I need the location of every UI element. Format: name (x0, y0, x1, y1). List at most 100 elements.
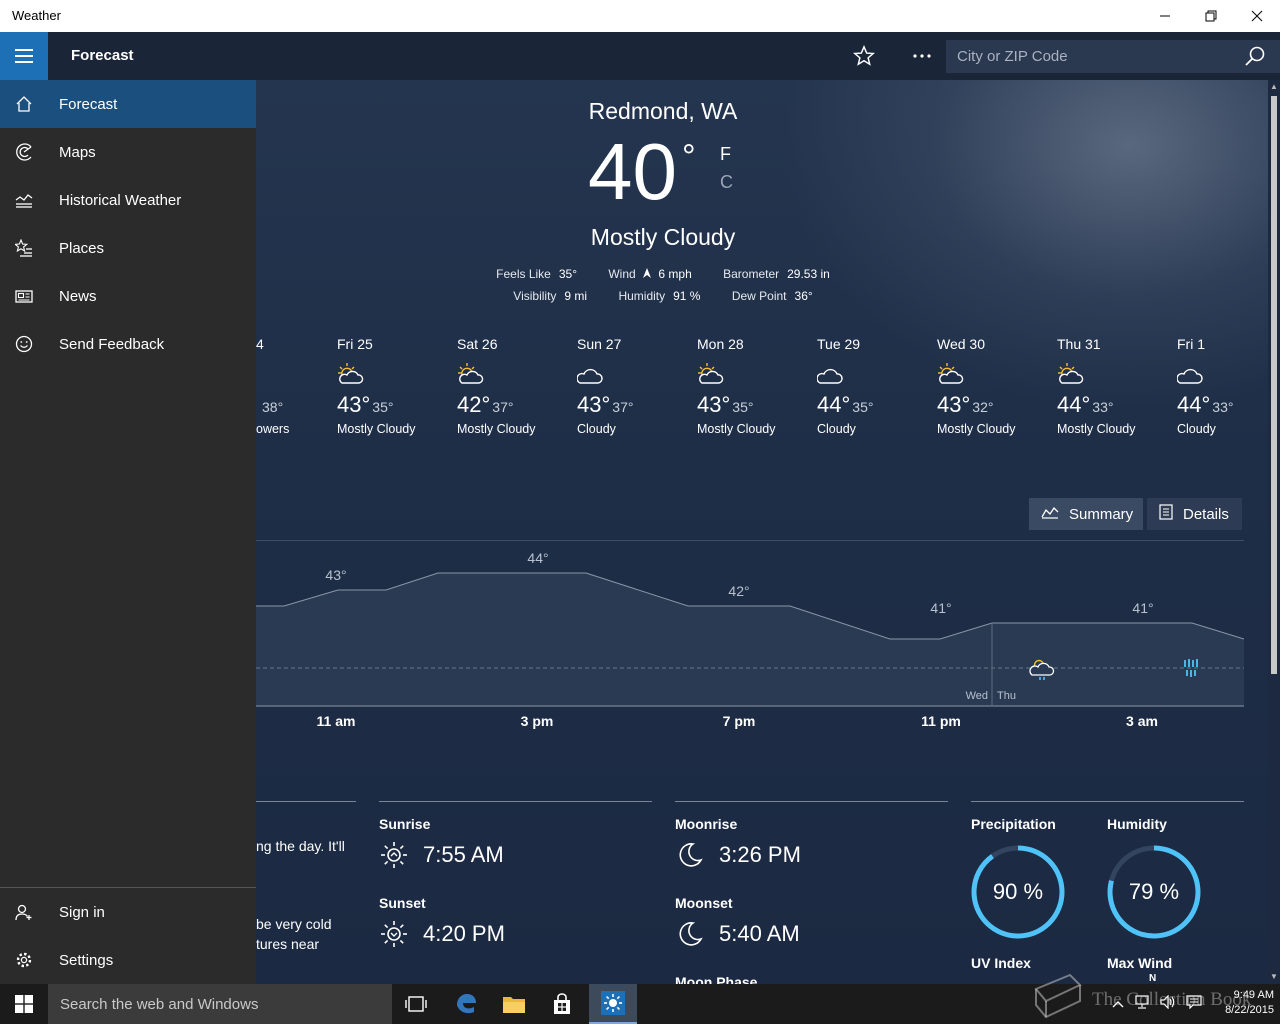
scroll-down-arrow-icon[interactable]: ▼ (1270, 972, 1278, 981)
search-box[interactable] (946, 40, 1280, 73)
day-condition: Mostly Cloudy (457, 422, 536, 436)
wind-value: 6 mph (658, 267, 692, 281)
start-button[interactable] (0, 984, 48, 1024)
day-high: 42° (457, 392, 491, 417)
humidity-label: Humidity (1107, 816, 1167, 832)
day-high: 44° (1057, 392, 1091, 417)
tab-summary[interactable]: Summary (1029, 498, 1143, 530)
close-button[interactable] (1234, 0, 1280, 32)
sunrise-label: Sunrise (379, 816, 431, 832)
edge-browser-button[interactable] (442, 984, 490, 1024)
unit-fahrenheit-toggle[interactable]: F (720, 144, 731, 165)
day-low: 33° (1092, 399, 1114, 415)
news-icon (12, 284, 36, 308)
more-options-button[interactable] (907, 41, 937, 71)
daily-forecast-day[interactable]: Mon 28 43° 35° Mostly Cloudy (697, 336, 817, 436)
minimize-button[interactable] (1142, 0, 1188, 32)
sidebar-item-send-feedback[interactable]: Send Feedback (0, 320, 256, 368)
barometer-label: Barometer (723, 267, 780, 281)
wind-direction-icon (643, 268, 652, 278)
day-name: Mon 28 (697, 336, 744, 352)
sidebar-item-label: Settings (59, 951, 114, 969)
feels-like-label: Feels Like (496, 267, 551, 281)
humidity-gauge: 79 % (1106, 844, 1202, 940)
hamburger-menu-button[interactable] (0, 32, 48, 80)
sidebar-item-forecast[interactable]: Forecast (0, 80, 256, 128)
daily-forecast-day[interactable]: Thu 31 44° 33° Mostly Cloudy (1057, 336, 1177, 436)
stats-section-rule (971, 801, 1244, 802)
scroll-up-arrow-icon[interactable]: ▲ (1270, 82, 1278, 91)
daily-forecast-day[interactable]: Fri 25 43° 35° Mostly Cloudy (337, 336, 457, 436)
daily-forecast-day[interactable]: Sun 27 43° 37° Cloudy (576, 336, 697, 436)
wind-label: Wind (608, 267, 636, 281)
visibility-label: Visibility (513, 289, 557, 303)
store-button[interactable] (538, 984, 586, 1024)
day-low: 38° (262, 399, 284, 415)
tab-details[interactable]: Details (1147, 498, 1242, 530)
task-view-button[interactable] (392, 984, 440, 1024)
feels-like-value: 35° (558, 267, 578, 281)
search-icon[interactable] (1242, 44, 1268, 70)
moonrise-icon (675, 840, 705, 870)
moonset-time: 5:40 AM (719, 921, 800, 946)
sidebar-item-maps[interactable]: Maps (0, 128, 256, 176)
app-bar: Forecast (0, 32, 1280, 80)
person-add-icon (12, 900, 36, 924)
restore-button[interactable] (1188, 0, 1234, 32)
day-marker-thu: Thu (997, 690, 1016, 702)
hourly-temp-label: 41° (1132, 600, 1153, 616)
hourly-time-label: 3 am (1126, 713, 1158, 729)
partly-cloudy-icon (698, 363, 724, 384)
day-summary-line: tures near (256, 936, 320, 952)
cloudy-icon (576, 368, 603, 384)
day-name: Fri 1 (1177, 336, 1205, 352)
favorite-star-button[interactable] (849, 41, 879, 71)
sidebar-item-label: Places (59, 239, 105, 257)
chart-icon (12, 188, 36, 212)
sidebar-item-places[interactable]: Places (0, 224, 256, 272)
degree-symbol: ° (682, 138, 696, 176)
daily-forecast-day[interactable]: Fri 1 44° 33° Cloudy (1176, 336, 1266, 436)
day-low: 37° (612, 399, 634, 415)
store-bag-icon (554, 993, 570, 1014)
moonrise-label: Moonrise (675, 816, 738, 832)
sidebar-item-news[interactable]: News (0, 272, 256, 320)
sunset-label: Sunset (379, 895, 426, 911)
sidebar-item-label: News (59, 287, 97, 305)
windows-logo-icon (15, 995, 33, 1013)
daily-forecast-day[interactable]: Tue 29 44° 35° Cloudy (816, 336, 937, 436)
current-condition: Mostly Cloudy (590, 224, 736, 250)
hourly-temp-label: 41° (930, 600, 951, 616)
folder-icon (503, 997, 525, 1013)
partly-cloudy-icon (938, 363, 964, 384)
hourly-temperature-graph: 43° 44° 42° 41° 41° Wed Thu (256, 540, 1244, 707)
sunrise-time: 7:55 AM (423, 842, 504, 867)
day-high: 44° (1177, 392, 1211, 417)
sidebar-item-label: Sign in (59, 903, 105, 921)
day-low: 35° (372, 399, 394, 415)
day-condition: Mostly Cloudy (1057, 422, 1136, 436)
weather-app-taskbar-button[interactable] (589, 984, 637, 1024)
city-search-input[interactable] (946, 40, 1236, 73)
hourly-time-label: 3 pm (520, 713, 554, 729)
cloudy-icon (1176, 368, 1203, 384)
scrollbar-thumb[interactable] (1271, 96, 1277, 674)
moonrise-time: 3:26 PM (719, 842, 801, 867)
window-title-bar: Weather (0, 0, 1280, 32)
day-name: Wed 30 (937, 336, 985, 352)
sidebar-item-settings[interactable]: Settings (0, 936, 256, 984)
daily-forecast-day[interactable]: Wed 30 43° 32° Mostly Cloudy (937, 336, 1057, 436)
page-title: Forecast (71, 47, 134, 64)
file-explorer-button[interactable] (490, 984, 538, 1024)
sidebar-item-historical-weather[interactable]: Historical Weather (0, 176, 256, 224)
cloudy-icon (816, 368, 843, 384)
humidity-gauge-value: 79 % (1128, 879, 1180, 904)
sidebar-item-sign-in[interactable]: Sign in (0, 888, 256, 936)
window-title: Weather (12, 8, 61, 23)
day-summary-line: be very cold (256, 916, 332, 932)
daily-forecast-day[interactable]: Sat 26 42° 37° Mostly Cloudy (457, 336, 577, 436)
taskbar-search-box[interactable]: Search the web and Windows (48, 984, 392, 1024)
day-condition: Cloudy (817, 422, 856, 436)
unit-celsius-toggle[interactable]: C (720, 172, 733, 193)
weather-sun-icon (601, 991, 625, 1015)
